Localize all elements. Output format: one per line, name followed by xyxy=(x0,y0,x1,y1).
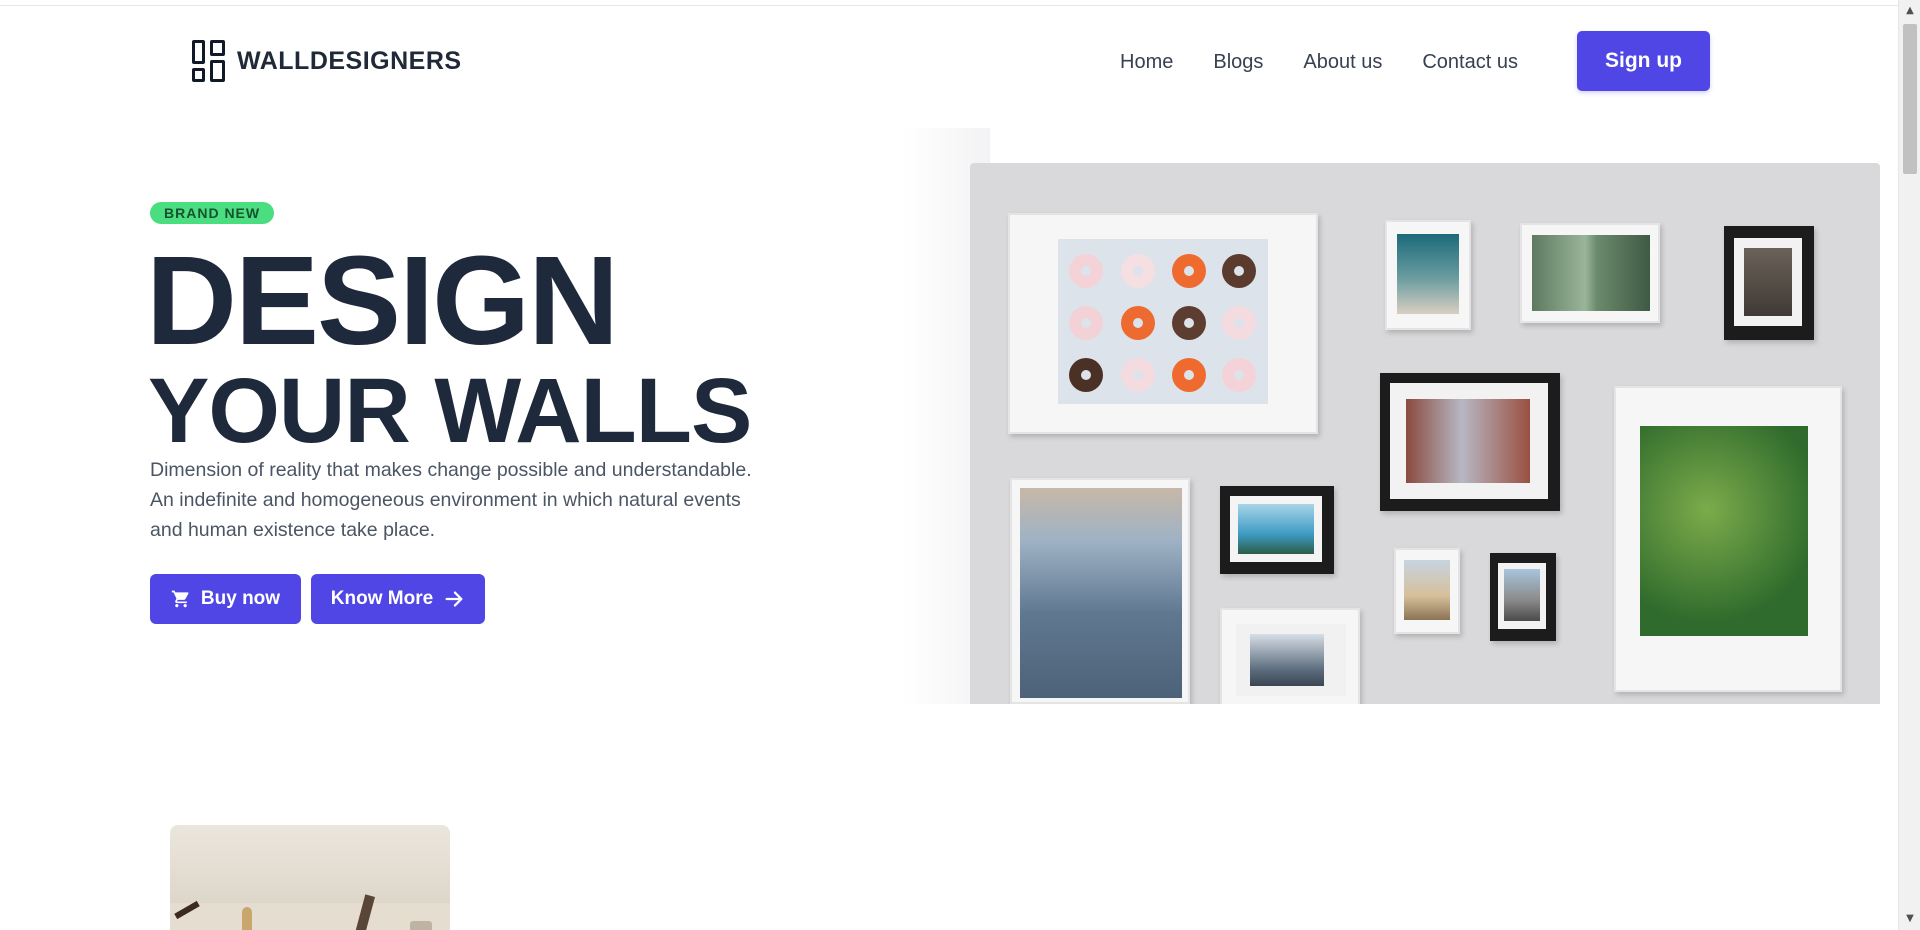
page-scrollbar[interactable]: ▲ ▼ xyxy=(1898,0,1920,930)
nav-item-home[interactable]: Home xyxy=(1120,44,1173,80)
scrollbar-thumb[interactable] xyxy=(1903,24,1917,174)
product-card-image[interactable] xyxy=(170,825,450,930)
scroll-down-icon[interactable]: ▼ xyxy=(1899,910,1920,928)
hero-description: Dimension of reality that makes change p… xyxy=(150,459,752,541)
arrow-right-icon xyxy=(445,591,463,607)
nav-item-blogs[interactable]: Blogs xyxy=(1213,44,1263,80)
hero-headline-line2: YOUR WALLS xyxy=(148,360,752,462)
brand-new-badge: BRAND NEW xyxy=(150,202,275,224)
cart-icon xyxy=(171,590,189,608)
signup-button[interactable]: Sign up xyxy=(1577,31,1710,91)
browser-top-border xyxy=(0,0,1898,6)
brand-name: WALLDESIGNERS xyxy=(237,46,462,75)
nav-item-about-us[interactable]: About us xyxy=(1303,44,1382,80)
buy-now-button[interactable]: Buy now xyxy=(150,574,301,624)
know-more-button[interactable]: Know More xyxy=(311,574,485,624)
hero-gallery-wall-image xyxy=(970,163,1880,704)
hero-headline-line1: DESIGN xyxy=(146,230,619,371)
nav-item-contact-us[interactable]: Contact us xyxy=(1422,44,1518,80)
layout-grid-icon xyxy=(192,40,226,82)
know-more-label: Know More xyxy=(330,588,434,609)
main-nav: Home Blogs About us Contact us xyxy=(1120,44,1518,80)
brand-logo[interactable]: WALLDESIGNERS xyxy=(192,40,462,82)
scroll-up-icon[interactable]: ▲ xyxy=(1899,2,1920,20)
buy-now-label: Buy now xyxy=(200,588,281,609)
